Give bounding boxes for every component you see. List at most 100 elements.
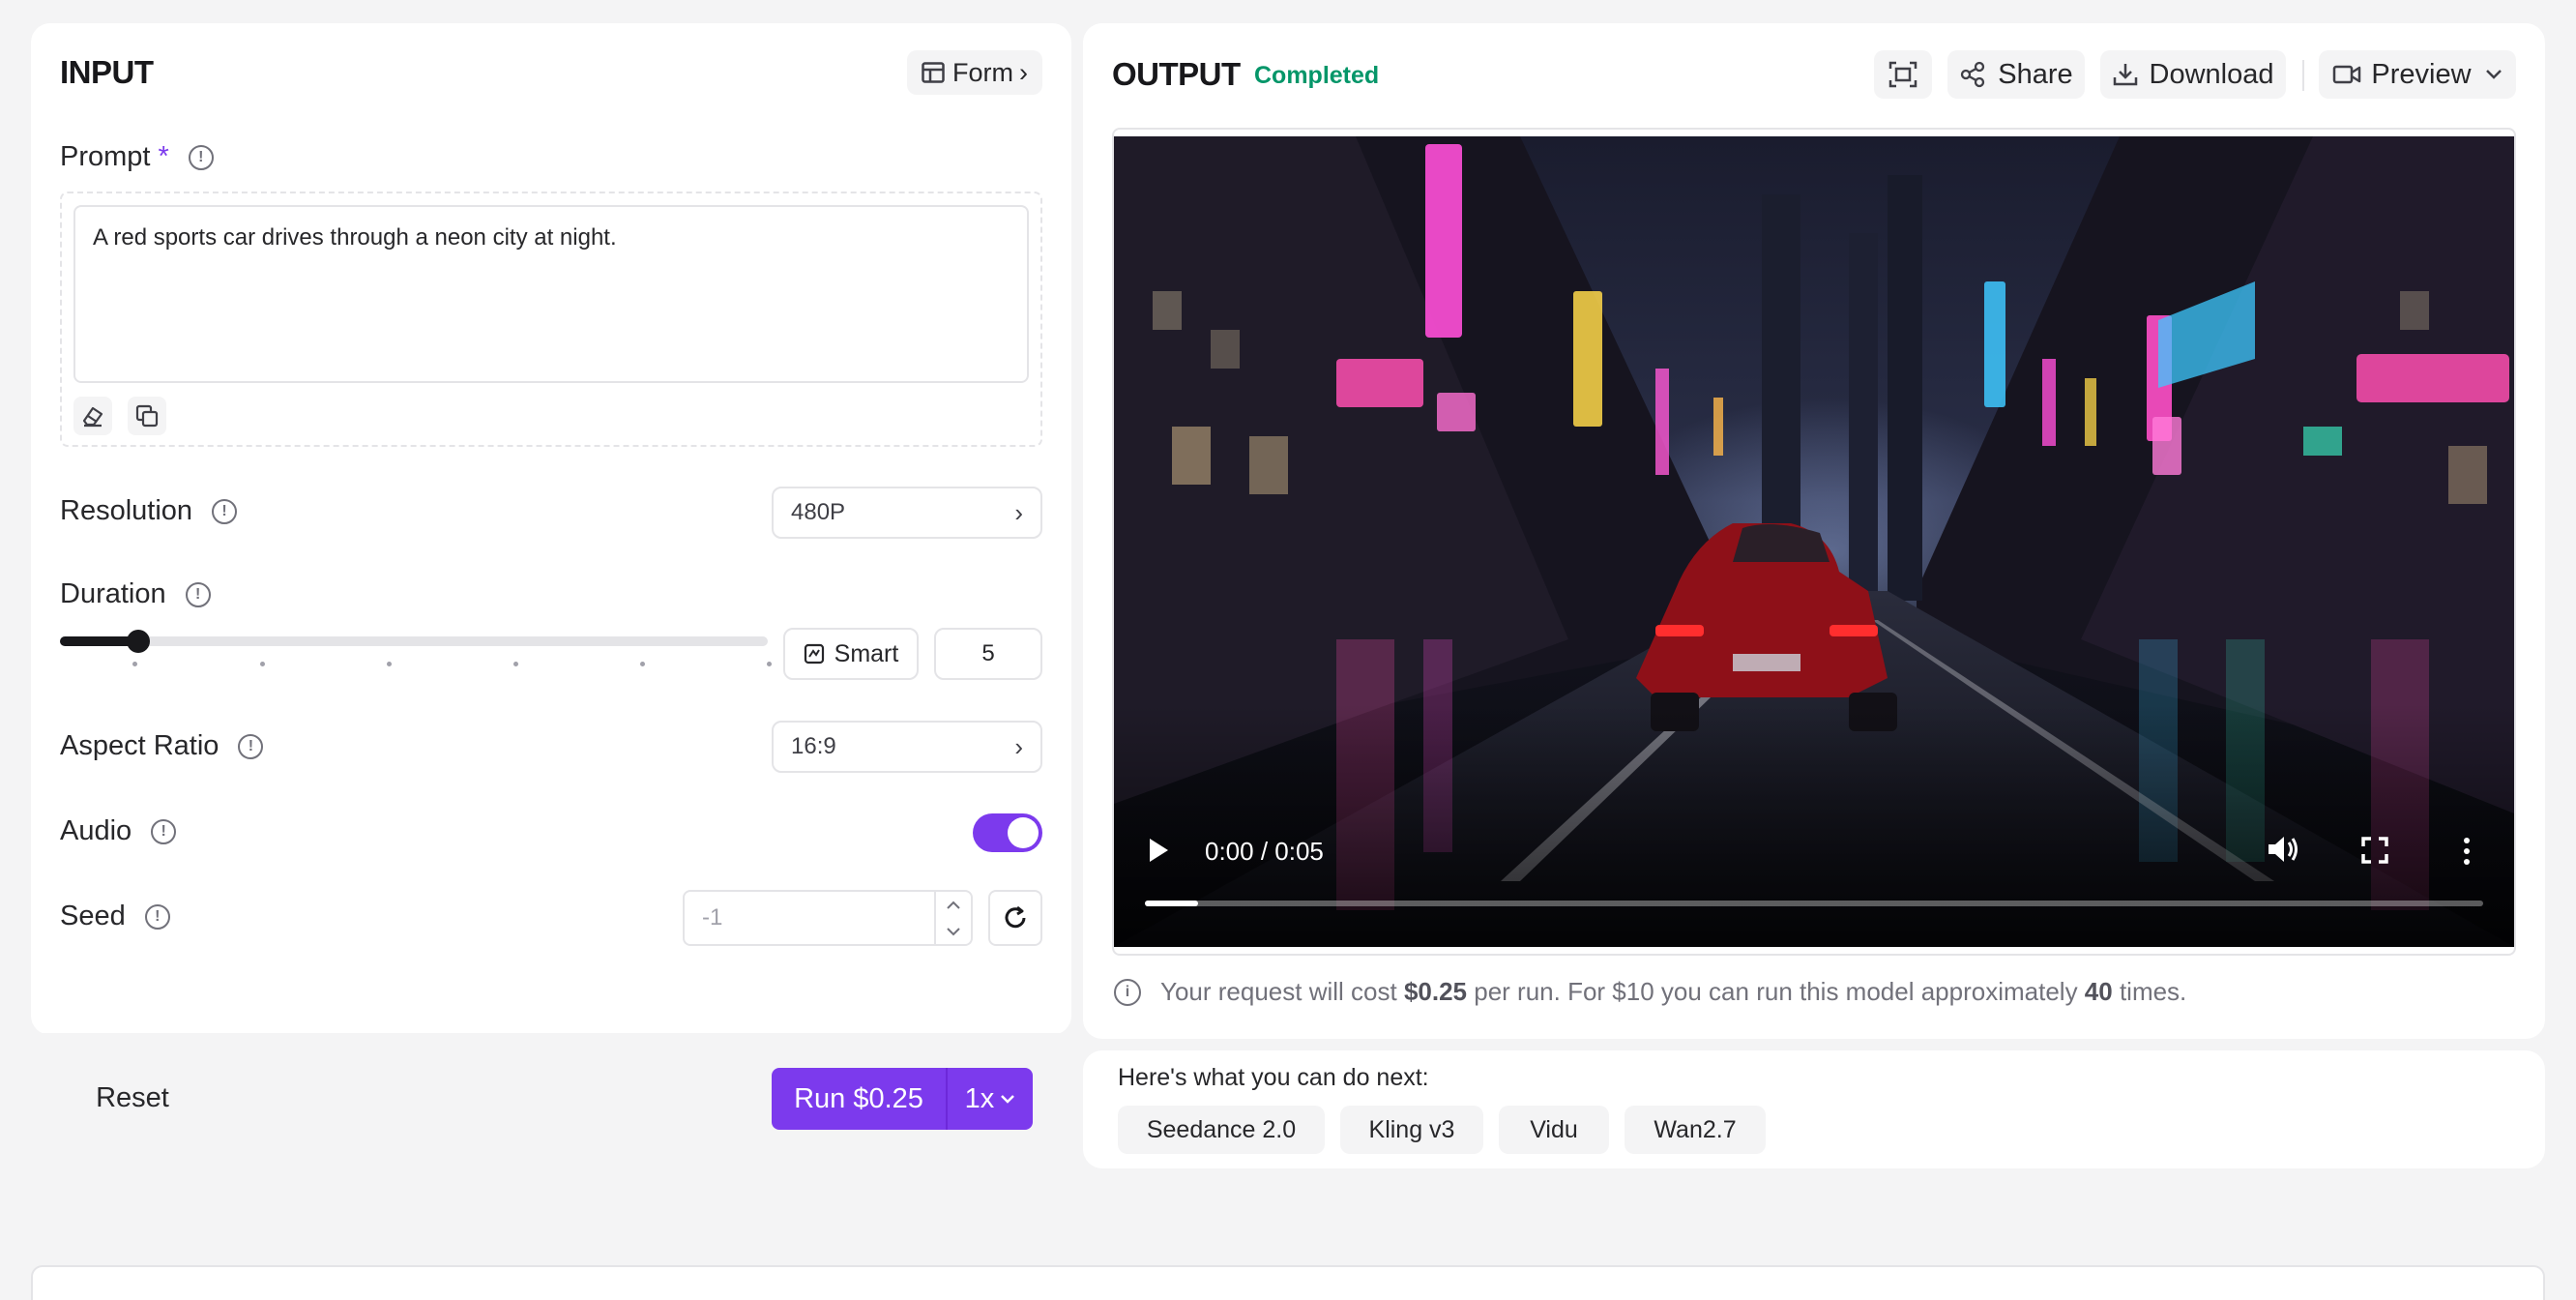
chevron-right-icon: › (1019, 57, 1028, 87)
preview-dropdown[interactable]: Preview (2319, 50, 2516, 99)
run-button[interactable]: Run $0.25 (772, 1068, 946, 1130)
prompt-textarea[interactable]: A red sports car drives through a neon c… (73, 205, 1029, 383)
duration-slider-track[interactable] (60, 630, 768, 653)
aspect-ratio-value: 16:9 (791, 733, 836, 759)
slider-tick (640, 662, 645, 666)
audio-toggle[interactable] (973, 813, 1042, 852)
prompt-text: A red sports car drives through a neon c… (93, 224, 617, 251)
video-fullscreen-button[interactable] (2361, 837, 2388, 864)
volume-icon (2269, 837, 2298, 862)
output-title: OUTPUT (1112, 56, 1241, 92)
eraser-icon (80, 403, 105, 428)
share-button[interactable]: Share (1947, 50, 2085, 99)
fullscreen-button[interactable] (1874, 50, 1932, 99)
video-time: 0:00 / 0:05 (1205, 837, 1324, 866)
duration-input[interactable]: 5 (934, 628, 1042, 680)
smart-icon (804, 643, 825, 665)
prompt-label: Prompt (60, 141, 151, 172)
resolution-label: Resolution (60, 495, 193, 526)
preview-label: Preview (2371, 58, 2472, 90)
copy-prompt-button[interactable] (128, 397, 166, 435)
download-label: Download (2149, 58, 2274, 90)
more-vertical-icon (2464, 838, 2470, 865)
copy-icon (134, 403, 160, 428)
refresh-icon (1001, 903, 1030, 932)
bottom-panel (31, 1265, 2545, 1300)
next-chip-wan[interactable]: Wan2.7 (1625, 1106, 1766, 1154)
chevron-down-icon (2485, 69, 2503, 80)
duration-value: 5 (981, 640, 995, 666)
next-chip-seedance[interactable]: Seedance 2.0 (1118, 1106, 1325, 1154)
table-icon (922, 62, 945, 83)
cost-suffix: times. (2112, 977, 2187, 1006)
status-badge: Completed (1254, 62, 1380, 89)
duration-slider-thumb[interactable] (127, 630, 150, 653)
info-icon[interactable]: ! (151, 818, 177, 844)
footer-divider (31, 1033, 1071, 1042)
clear-prompt-button[interactable] (73, 397, 112, 435)
random-seed-button[interactable] (988, 890, 1042, 946)
multiplier-label: 1x (964, 1082, 995, 1114)
chevron-right-icon: › (1014, 497, 1023, 527)
aspect-ratio-select[interactable]: 16:9 › (772, 721, 1042, 773)
duration-label: Duration (60, 578, 166, 609)
play-button[interactable] (1147, 837, 1170, 864)
cost-prefix: Your request will cost (1160, 977, 1404, 1006)
video-frame-image (1114, 136, 2514, 947)
seed-label: Seed (60, 901, 126, 931)
next-steps-heading: Here's what you can do next: (1118, 1064, 1429, 1091)
form-button-label: Form (952, 57, 1013, 87)
expand-icon (1888, 61, 1917, 88)
play-icon (1150, 839, 1168, 862)
seed-stepper[interactable] (934, 892, 971, 944)
cost-middle: per run. For $10 you can run this model … (1467, 977, 2085, 1006)
slider-tick (767, 662, 772, 666)
next-chip-kling[interactable]: Kling v3 (1340, 1106, 1483, 1154)
info-icon[interactable]: ! (185, 581, 211, 607)
chevron-down-icon[interactable] (936, 918, 971, 944)
chevron-up-icon[interactable] (936, 892, 971, 918)
info-icon[interactable]: ! (144, 903, 170, 930)
cost-amount: $0.25 (1403, 977, 1468, 1006)
download-button[interactable]: Download (2100, 50, 2286, 99)
aspect-ratio-label: Aspect Ratio (60, 730, 220, 761)
video-progress-fill (1145, 901, 1198, 906)
input-title: INPUT (60, 54, 154, 90)
reset-label: Reset (96, 1081, 169, 1113)
video-camera-icon (2332, 64, 2361, 85)
next-chip-vidu[interactable]: Vidu (1499, 1106, 1609, 1154)
slider-tick (260, 662, 265, 666)
slider-tick (132, 662, 137, 666)
form-button[interactable]: Form › (907, 50, 1042, 95)
info-icon[interactable]: ! (238, 733, 264, 759)
info-icon: i (1114, 978, 1141, 1006)
smart-button[interactable]: Smart (783, 628, 919, 680)
mute-button[interactable] (2267, 835, 2299, 864)
seed-input[interactable]: -1 (683, 890, 973, 946)
chevron-right-icon: › (1014, 731, 1023, 761)
toolbar-divider (2302, 60, 2304, 91)
run-multiplier-dropdown[interactable]: 1x (946, 1068, 1033, 1130)
more-options-button[interactable] (2462, 837, 2472, 866)
info-icon[interactable]: ! (212, 498, 238, 524)
download-icon (2113, 62, 2138, 87)
slider-tick (513, 662, 518, 666)
seed-placeholder: -1 (702, 904, 723, 931)
smart-label: Smart (834, 639, 899, 667)
video-progress-track[interactable] (1145, 901, 2483, 906)
run-label: Run $0.25 (794, 1082, 923, 1114)
cost-count: 40 (2084, 977, 2113, 1006)
chevron-down-icon (1000, 1094, 1015, 1104)
info-icon[interactable]: ! (188, 144, 214, 170)
share-icon (1959, 61, 1986, 88)
share-label: Share (1998, 58, 2073, 90)
resolution-select[interactable]: 480P › (772, 487, 1042, 539)
resolution-value: 480P (791, 499, 846, 525)
reset-button[interactable]: Reset (70, 1067, 195, 1129)
slider-tick (387, 662, 392, 666)
toggle-knob (1008, 817, 1039, 848)
fullscreen-icon (2361, 837, 2388, 864)
required-marker: * (158, 141, 169, 172)
audio-label: Audio (60, 815, 132, 846)
video-player[interactable]: 0:00 / 0:05 (1114, 136, 2514, 947)
